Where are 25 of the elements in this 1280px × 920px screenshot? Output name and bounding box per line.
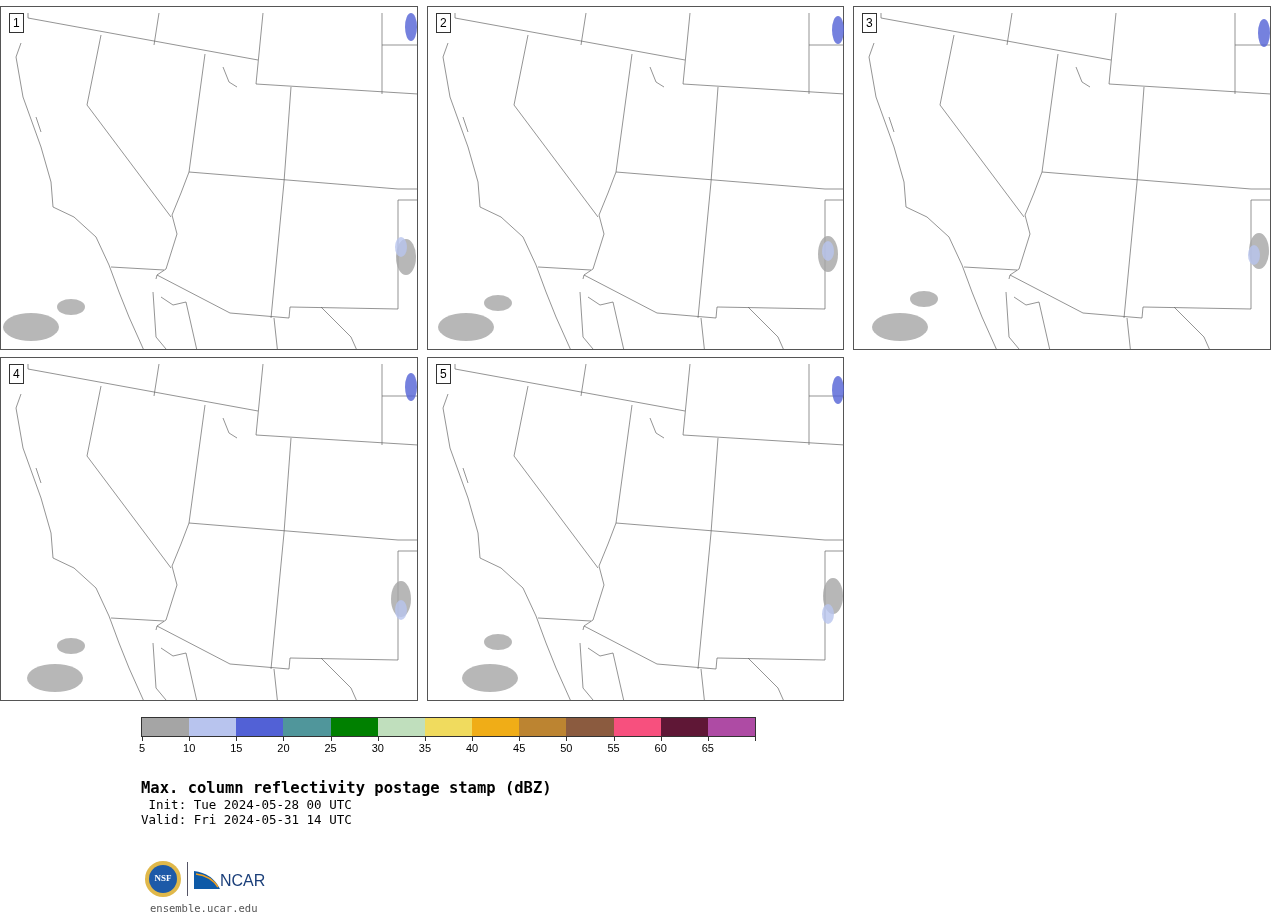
tick-label: 45 (513, 742, 526, 755)
valid-time: Valid: Fri 2024-05-31 14 UTC (141, 812, 353, 827)
tick-label: 60 (654, 742, 667, 755)
tick-label: 55 (607, 742, 620, 755)
nsf-logo: NSF (145, 861, 181, 897)
panel-number: 2 (436, 13, 451, 33)
panel-number: 5 (436, 364, 451, 384)
init-time: Init: Tue 2024-05-28 00 UTC (147, 797, 353, 812)
tick-label: 40 (465, 742, 479, 755)
tick-label: 20 (277, 742, 290, 755)
tick-label: 10 (183, 742, 196, 755)
panel-number: 3 (862, 13, 877, 33)
tick-label: 65 (701, 742, 714, 755)
site-url[interactable]: ensemble.ucar.edu (150, 901, 1280, 917)
tick-label: 5 (138, 742, 146, 755)
tick-label: 50 (560, 742, 573, 755)
tick-label: 15 (230, 742, 243, 755)
tick-label: 30 (371, 742, 384, 755)
tick-label: 25 (324, 742, 337, 755)
ncar-logo-icon (194, 869, 220, 889)
tick-label: 35 (418, 742, 432, 755)
chart-title: Max. column reflectivity postage stamp (dBZ) (141, 779, 553, 797)
panel-number: 1 (9, 13, 24, 33)
ncar-logo-text: NCAR (220, 871, 266, 891)
panel-number: 4 (9, 364, 24, 384)
